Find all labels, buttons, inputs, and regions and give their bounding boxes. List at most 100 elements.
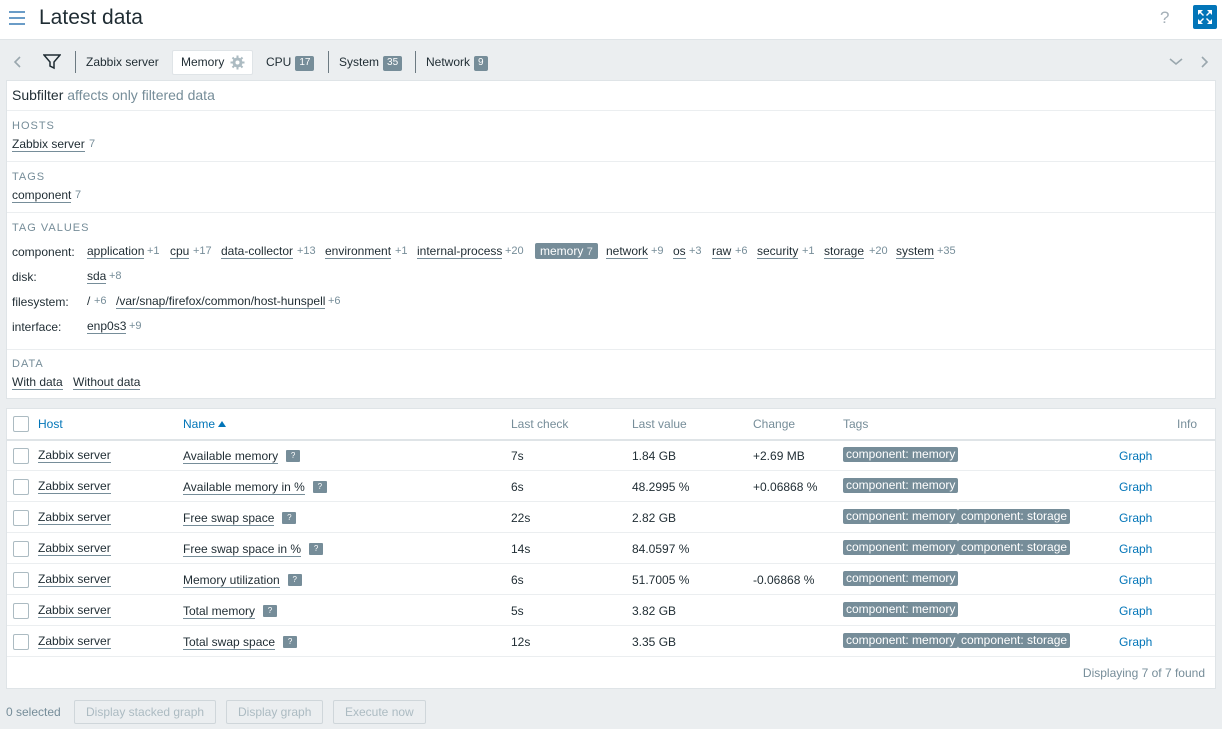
tag-value-root[interactable]: / <box>87 295 90 308</box>
help-icon[interactable]: ? <box>1160 8 1169 28</box>
item-description-icon[interactable]: ? <box>312 481 327 493</box>
change-value: -0.06868 % <box>753 573 815 587</box>
row-checkbox[interactable] <box>13 479 29 495</box>
tag-value-os[interactable]: os <box>673 245 686 259</box>
chevron-right-icon[interactable] <box>1200 56 1210 68</box>
graph-link[interactable]: Graph <box>1119 635 1152 649</box>
graph-link[interactable]: Graph <box>1119 604 1152 618</box>
tab-zabbix-server[interactable]: Zabbix server <box>86 53 159 71</box>
subfilter-with-data[interactable]: With data <box>12 376 63 390</box>
subfilter-count: +9 <box>129 320 142 332</box>
tag-value-cpu[interactable]: cpu <box>170 245 190 259</box>
tag-value-network[interactable]: network <box>606 245 649 259</box>
row-checkbox[interactable] <box>13 572 29 588</box>
tag-value-data-collector[interactable]: data-collector <box>221 245 294 259</box>
item-description-icon[interactable]: ? <box>282 512 297 524</box>
host-link[interactable]: Zabbix server <box>38 573 111 587</box>
graph-link[interactable]: Graph <box>1119 511 1152 525</box>
host-link[interactable]: Zabbix server <box>38 511 111 525</box>
item-description-icon[interactable]: ? <box>283 636 298 648</box>
select-all-checkbox[interactable] <box>13 416 29 432</box>
subfilter-tag-component[interactable]: component <box>12 189 72 203</box>
results-count: Displaying 7 of 7 found <box>1082 666 1205 680</box>
item-name-link[interactable]: Available memory <box>183 449 279 464</box>
item-name-link[interactable]: Total swap space <box>183 635 276 650</box>
chevron-left-icon[interactable] <box>12 56 22 68</box>
display-stacked-graph-button[interactable]: Display stacked graph <box>74 700 217 724</box>
subfilter-without-data[interactable]: Without data <box>73 376 141 390</box>
tab-system[interactable]: System 35 <box>339 53 403 71</box>
column-header-name[interactable]: Name <box>183 417 215 431</box>
host-link[interactable]: Zabbix server <box>38 449 111 463</box>
tag-badge[interactable]: component: storage <box>958 509 1071 524</box>
section-heading: HOSTS <box>12 120 55 132</box>
item-name-link[interactable]: Memory utilization <box>183 573 280 588</box>
last-check: 6s <box>511 573 524 587</box>
item-description-icon[interactable]: ? <box>287 574 302 586</box>
last-value: 3.35 GB <box>632 635 677 649</box>
tag-badge[interactable]: component: memory <box>843 540 959 555</box>
tag-value-memory-selected[interactable]: memory 7 <box>535 243 598 259</box>
graph-link[interactable]: Graph <box>1119 573 1152 587</box>
tag-value-application[interactable]: application <box>87 245 145 259</box>
item-name-link[interactable]: Available memory in % <box>183 480 305 495</box>
graph-link[interactable]: Graph <box>1119 449 1152 463</box>
item-description-icon[interactable]: ? <box>309 543 324 555</box>
item-name-link[interactable]: Free swap space <box>183 511 275 526</box>
graph-link[interactable]: Graph <box>1119 542 1152 556</box>
tag-value-enp0s3[interactable]: enp0s3 <box>87 320 127 334</box>
tab-cpu[interactable]: CPU 17 <box>266 53 315 71</box>
tag-badge[interactable]: component: memory <box>843 478 959 493</box>
item-name-link[interactable]: Total memory <box>183 604 256 619</box>
tab-label: Network <box>426 55 471 69</box>
host-link[interactable]: Zabbix server <box>38 542 111 556</box>
subfilter-count: 7 <box>75 189 82 201</box>
tab-count-badge: 9 <box>474 56 488 71</box>
tag-value-security[interactable]: security <box>757 245 799 259</box>
tag-badge[interactable]: component: memory <box>843 447 959 462</box>
subfilter-hosts-section: HOSTS Zabbix server 7 <box>7 110 1215 161</box>
tag-badge[interactable]: component: memory <box>843 509 959 524</box>
tag-value-raw[interactable]: raw <box>712 245 732 259</box>
subfilter-host-zabbix-server[interactable]: Zabbix server <box>12 138 85 152</box>
tag-value-sda[interactable]: sda <box>87 270 107 284</box>
tag-badge[interactable]: component: memory <box>843 602 959 617</box>
tag-value-storage[interactable]: storage <box>824 245 865 259</box>
menu-icon[interactable] <box>9 11 26 25</box>
host-link[interactable]: Zabbix server <box>38 480 111 494</box>
tag-value-environment[interactable]: environment <box>325 245 392 259</box>
column-header-info: Info <box>1177 417 1198 431</box>
execute-now-button[interactable]: Execute now <box>333 700 426 724</box>
tag-value-internal-process[interactable]: internal-process <box>417 245 503 259</box>
item-name-link[interactable]: Free swap space in % <box>183 542 302 557</box>
row-checkbox[interactable] <box>13 510 29 526</box>
filter-icon[interactable] <box>43 54 61 70</box>
tag-badge[interactable]: component: memory <box>843 633 959 648</box>
item-description-icon[interactable]: ? <box>263 605 278 617</box>
kiosk-mode-button[interactable] <box>1193 5 1217 29</box>
row-checkbox[interactable] <box>13 603 29 619</box>
tag-value-system[interactable]: system <box>896 245 935 259</box>
row-checkbox[interactable] <box>13 448 29 464</box>
tag-badge[interactable]: component: memory <box>843 571 959 586</box>
subfilter-data-section: DATA With data Without data <box>7 349 1215 399</box>
item-description-icon[interactable]: ? <box>286 450 301 462</box>
tab-network[interactable]: Network 9 <box>426 53 488 71</box>
tag-badge[interactable]: component: storage <box>958 540 1071 555</box>
graph-link[interactable]: Graph <box>1119 480 1152 494</box>
subfilter-panel: Subfilter affects only filtered data HOS… <box>6 80 1216 399</box>
display-graph-button[interactable]: Display graph <box>226 700 324 724</box>
last-check: 6s <box>511 480 524 494</box>
host-link[interactable]: Zabbix server <box>38 604 111 618</box>
host-link[interactable]: Zabbix server <box>38 635 111 649</box>
row-checkbox[interactable] <box>13 634 29 650</box>
tag-badge[interactable]: component: storage <box>958 633 1071 648</box>
tag-value-host-hunspell[interactable]: /var/snap/firefox/common/host-hunspell <box>116 295 326 309</box>
subfilter-count: +13 <box>297 245 316 257</box>
tab-memory-label[interactable]: Memory <box>181 53 224 71</box>
column-header-host[interactable]: Host <box>38 417 63 431</box>
row-checkbox[interactable] <box>13 541 29 557</box>
subfilter-title: Subfilter affects only filtered data <box>12 87 215 103</box>
gear-icon[interactable] <box>230 55 245 70</box>
chevron-down-icon[interactable] <box>1169 57 1183 67</box>
